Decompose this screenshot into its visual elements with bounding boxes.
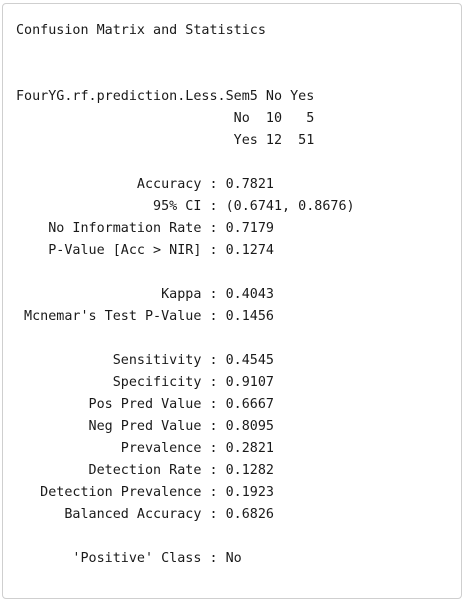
stat-confidence-interval: 95% CI : (0.6741, 0.8676) [16,199,355,214]
stat-detection-prevalence: Detection Prevalence : 0.1923 [16,485,274,500]
output-blank-line [16,152,355,174]
stat-accuracy: Accuracy : 0.7821 [16,177,274,192]
output-blank-line [16,328,355,350]
stat-kappa: Kappa : 0.4043 [16,287,274,302]
stat-detection-rate: Detection Rate : 0.1282 [16,463,274,478]
stat-pos-pred-value: Pos Pred Value : 0.6667 [16,397,274,412]
stat-positive-class: 'Positive' Class : No [16,551,242,566]
output-title: Confusion Matrix and Statistics [16,23,266,38]
stat-sensitivity: Sensitivity : 0.4545 [16,353,274,368]
stat-mcnemar-p-value: Mcnemar's Test P-Value : 0.1456 [16,309,274,324]
stat-prevalence: Prevalence : 0.2821 [16,441,274,456]
stat-neg-pred-value: Neg Pred Value : 0.8095 [16,419,274,434]
output-blank-line [16,262,355,284]
confusion-matrix-header: FourYG.rf.prediction.Less.Sem5 No Yes [16,89,315,104]
confusion-matrix-row-yes: Yes 12 51 [16,133,315,148]
console-output: Confusion Matrix and Statistics FourYG.rf… [16,20,355,570]
console-output-panel: Confusion Matrix and Statistics FourYG.rf… [2,3,462,599]
stat-no-information-rate: No Information Rate : 0.7179 [16,221,274,236]
output-blank-line [16,42,355,64]
output-blank-line [16,64,355,86]
stat-balanced-accuracy: Balanced Accuracy : 0.6826 [16,507,274,522]
stat-specificity: Specificity : 0.9107 [16,375,274,390]
stat-p-value: P-Value [Acc > NIR] : 0.1274 [16,243,274,258]
output-blank-line [16,526,355,548]
confusion-matrix-row-no: No 10 5 [16,111,315,126]
